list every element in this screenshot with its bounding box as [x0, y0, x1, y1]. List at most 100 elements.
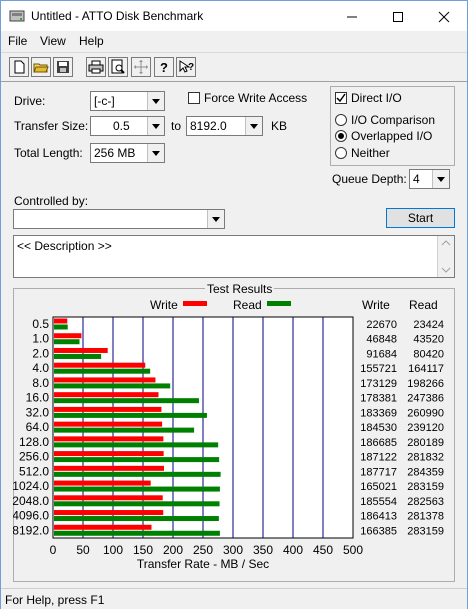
direct-io-checkbox[interactable] [335, 92, 347, 104]
neither-radio[interactable] [335, 147, 347, 159]
read-legend-swatch [267, 301, 291, 306]
read-value: 164117 [408, 363, 444, 375]
write-bar [54, 318, 68, 324]
save-button[interactable] [53, 57, 73, 77]
menu-view[interactable]: View [40, 34, 66, 48]
write-value: 46848 [366, 334, 397, 346]
chevron-down-icon [147, 92, 164, 110]
category-label: 2.0 [32, 346, 49, 360]
maximize-icon [393, 11, 403, 22]
description-text: << Description >> [17, 239, 112, 253]
read-legend-label: Read [233, 298, 262, 312]
read-value: 23424 [413, 319, 444, 331]
kb-label: KB [271, 119, 288, 133]
queue-depth-select[interactable]: 4 [409, 169, 450, 189]
read-bar [54, 353, 102, 359]
write-value: 183369 [360, 407, 397, 419]
io-comparison-radio[interactable] [335, 114, 347, 126]
context-help-icon: ? [179, 60, 194, 73]
write-bar [54, 421, 163, 427]
read-value: 198266 [407, 378, 444, 390]
category-label: 4096.0 [13, 509, 49, 523]
status-bar: For Help, press F1 [1, 588, 467, 609]
close-button[interactable] [421, 2, 467, 32]
total-length-value: 256 MB [94, 146, 136, 160]
read-value: 283159 [407, 481, 444, 493]
description-scrollbar[interactable] [437, 236, 454, 277]
read-bar [54, 442, 219, 448]
read-value: 43520 [413, 334, 444, 346]
overlapped-io-radio[interactable] [335, 130, 347, 142]
minimize-button[interactable] [329, 2, 375, 32]
open-button[interactable] [31, 57, 51, 77]
transfer-to-select[interactable]: 8192.0 [186, 116, 263, 136]
start-button[interactable]: Start [386, 208, 455, 228]
new-button[interactable] [9, 57, 29, 77]
write-value: 165021 [360, 481, 397, 493]
minimize-icon [347, 16, 357, 18]
force-write-checkbox[interactable] [188, 92, 200, 104]
transfer-from-value: 0.5 [113, 119, 130, 133]
read-bar [54, 339, 80, 345]
toolbar: ? ? [1, 52, 467, 82]
about-button[interactable]: ? [154, 57, 174, 77]
read-value: 282563 [407, 496, 444, 508]
write-bar [54, 377, 156, 383]
read-value: 247386 [407, 393, 444, 405]
save-icon [57, 61, 69, 73]
category-label: 8.0 [32, 376, 49, 390]
write-value: 173129 [360, 378, 397, 390]
read-bar [54, 398, 199, 404]
chevron-down-icon [432, 170, 449, 188]
read-bar [54, 412, 207, 418]
to-label: to [171, 119, 182, 133]
write-bar [54, 406, 162, 412]
x-tick-label: 400 [283, 543, 303, 557]
context-help-button[interactable]: ? [176, 57, 196, 77]
printer-icon [88, 60, 104, 74]
menu-file[interactable]: File [8, 34, 27, 48]
read-bar [54, 368, 151, 374]
move-button[interactable] [131, 57, 151, 77]
category-label: 64.0 [26, 420, 50, 434]
title-bar[interactable]: Untitled - ATTO Disk Benchmark [1, 1, 467, 31]
read-bar [54, 324, 68, 330]
total-length-label: Total Length: [14, 146, 83, 160]
maximize-button[interactable] [375, 2, 421, 32]
menu-help[interactable]: Help [79, 34, 104, 48]
chevron-down-icon [147, 117, 164, 135]
write-value: 184530 [360, 422, 397, 434]
write-bar [54, 524, 152, 530]
write-bar [54, 392, 159, 398]
write-bar [54, 510, 164, 516]
print-preview-button[interactable] [108, 57, 128, 77]
x-tick-label: 50 [76, 543, 90, 557]
write-bar [54, 436, 164, 442]
read-bar [54, 516, 219, 522]
print-button[interactable] [86, 57, 106, 77]
write-bar [54, 347, 108, 353]
transfer-from-select[interactable]: 0.5 [90, 116, 165, 136]
write-value: 178381 [360, 393, 397, 405]
read-bar [54, 457, 220, 463]
scroll-up-icon [441, 240, 451, 246]
drive-select[interactable]: [-c-] [90, 91, 165, 111]
controlled-by-select[interactable] [13, 209, 225, 229]
window-title: Untitled - ATTO Disk Benchmark [31, 9, 204, 23]
x-tick-label: 100 [103, 543, 123, 557]
read-value: 281832 [407, 452, 444, 464]
question-icon: ? [160, 60, 168, 75]
category-label: 0.5 [32, 317, 49, 331]
read-value: 284359 [407, 466, 444, 478]
category-label: 1.0 [32, 332, 49, 346]
description-box[interactable]: << Description >> [13, 235, 455, 278]
total-length-select[interactable]: 256 MB [90, 143, 165, 163]
write-value: 166385 [360, 525, 397, 537]
x-tick-label: 150 [133, 543, 153, 557]
read-bar [54, 427, 195, 433]
chevron-down-icon [207, 210, 224, 228]
category-label: 16.0 [26, 391, 50, 405]
category-label: 2048.0 [13, 494, 49, 508]
chevron-down-icon [245, 117, 262, 135]
read-bar [54, 471, 221, 477]
